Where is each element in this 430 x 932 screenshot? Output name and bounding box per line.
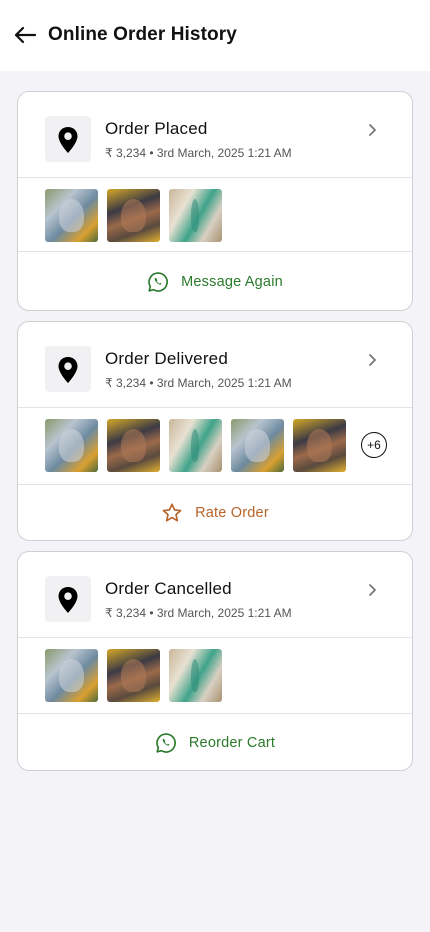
order-summary-row[interactable]: Order Cancelled ₹ 3,234 • 3rd March, 202… xyxy=(18,552,412,638)
location-pin-icon xyxy=(58,357,78,383)
order-meta: ₹ 3,234 • 3rd March, 2025 1:21 AM xyxy=(105,606,292,620)
star-icon xyxy=(162,503,182,522)
location-pin-box xyxy=(45,346,91,392)
product-thumbnail[interactable] xyxy=(107,648,160,702)
order-card: Order Delivered ₹ 3,234 • 3rd March, 202… xyxy=(17,321,413,541)
product-thumbnail[interactable] xyxy=(45,648,98,702)
chevron-right-icon xyxy=(369,584,376,596)
location-pin-icon xyxy=(58,587,78,613)
rate-order-button[interactable]: Rate Order xyxy=(18,484,412,541)
reorder-cart-button[interactable]: Reorder Cart xyxy=(18,713,412,771)
arrow-left-icon xyxy=(14,26,37,44)
product-thumbnail[interactable] xyxy=(169,648,222,702)
product-thumbnail[interactable] xyxy=(231,418,284,472)
product-thumbnail[interactable] xyxy=(169,188,222,242)
more-items-badge[interactable]: +6 xyxy=(361,432,387,458)
order-card: Order Cancelled ₹ 3,234 • 3rd March, 202… xyxy=(17,551,413,771)
product-thumbnail[interactable] xyxy=(107,188,160,242)
reorder-cart-label: Reorder Cart xyxy=(188,734,276,751)
app-header: Online Order History xyxy=(0,0,430,71)
chevron-right-icon xyxy=(369,354,376,366)
location-pin-box xyxy=(45,576,91,622)
order-summary-row[interactable]: Order Placed ₹ 3,234 • 3rd March, 2025 1… xyxy=(18,92,412,178)
whatsapp-icon xyxy=(156,732,176,753)
message-again-label: Message Again xyxy=(181,273,283,290)
product-thumbnail[interactable] xyxy=(293,418,346,472)
product-thumbnail[interactable] xyxy=(107,418,160,472)
product-thumbnails xyxy=(45,648,231,702)
product-thumbnail[interactable] xyxy=(45,418,98,472)
location-pin-icon xyxy=(58,127,78,153)
product-thumbnails: +6 xyxy=(45,418,387,472)
product-thumbnail[interactable] xyxy=(169,418,222,472)
rate-order-label: Rate Order xyxy=(195,505,269,521)
whatsapp-icon xyxy=(148,271,169,292)
page-title: Online Order History xyxy=(48,24,237,45)
chevron-right-icon xyxy=(369,124,376,136)
product-thumbnails xyxy=(45,188,231,242)
order-status: Order Placed xyxy=(105,119,208,138)
order-meta: ₹ 3,234 • 3rd March, 2025 1:21 AM xyxy=(105,376,292,390)
order-status: Order Cancelled xyxy=(105,579,232,598)
order-summary-row[interactable]: Order Delivered ₹ 3,234 • 3rd March, 202… xyxy=(18,322,412,408)
order-card: Order Placed ₹ 3,234 • 3rd March, 2025 1… xyxy=(17,91,413,311)
order-meta: ₹ 3,234 • 3rd March, 2025 1:21 AM xyxy=(105,146,292,160)
location-pin-box xyxy=(45,116,91,162)
message-again-button[interactable]: Message Again xyxy=(18,251,412,311)
order-status: Order Delivered xyxy=(105,349,228,368)
back-button[interactable] xyxy=(12,22,38,48)
product-thumbnail[interactable] xyxy=(45,188,98,242)
